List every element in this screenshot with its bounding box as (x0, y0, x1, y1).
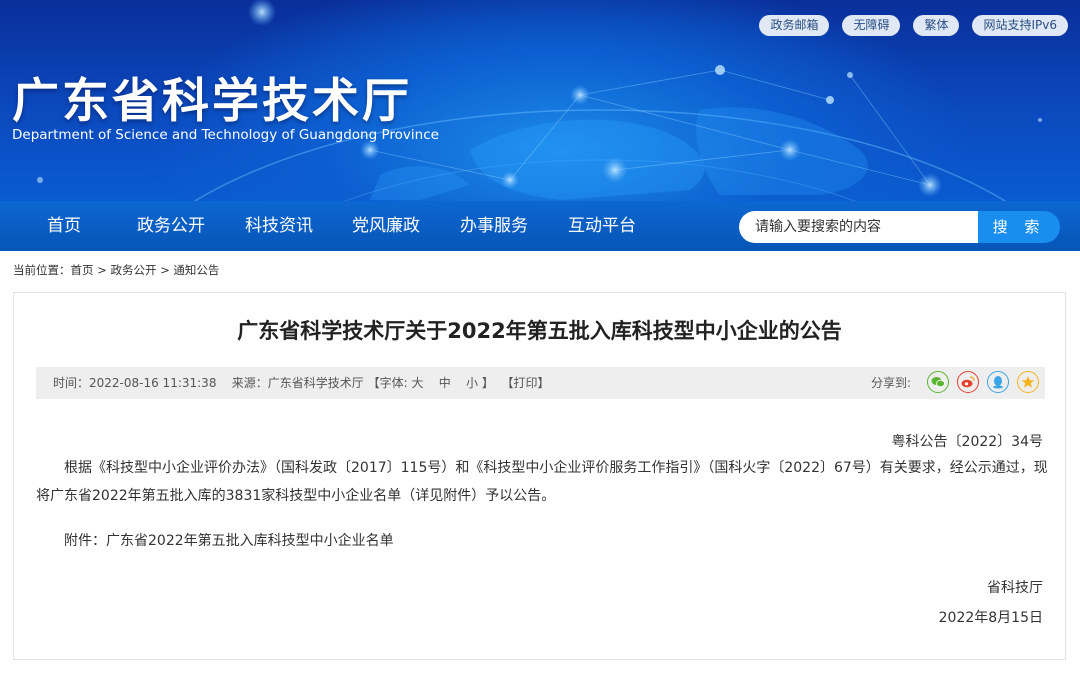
issue-date: 2022年8月15日 (938, 610, 1043, 626)
print-link[interactable]: 【打印】 (502, 376, 550, 390)
article-panel: 广东省科学技术厅关于2022年第五批入库科技型中小企业的公告 时间：2022-0… (13, 292, 1066, 660)
attachment-link[interactable]: 附件：广东省2022年第五批入库科技型中小企业名单 (36, 527, 1048, 555)
font-size-label: 【字体: (367, 376, 408, 390)
nav-item-gov-affairs[interactable]: 政务公开 (137, 201, 205, 251)
font-size-small[interactable]: 小 (466, 376, 478, 390)
header-banner: 政务邮箱 无障碍 繁体 网站支持IPv6 广东省科学技术厅 Department… (0, 0, 1080, 201)
breadcrumb: 当前位置：首页 > 政务公开 > 通知公告 (13, 262, 219, 278)
main-nav: 首页 政务公开 科技资讯 党风廉政 办事服务 互动平台 搜 索 (0, 201, 1080, 251)
nav-item-party-integrity[interactable]: 党风廉政 (352, 201, 420, 251)
article-meta: 时间：2022-08-16 11:31:38 来源：广东省科学技术厅 【字体: … (53, 367, 550, 399)
accessibility-link[interactable]: 无障碍 (842, 15, 901, 36)
nav-item-interaction[interactable]: 互动平台 (568, 201, 636, 251)
top-links: 政务邮箱 无障碍 繁体 网站支持IPv6 (759, 15, 1068, 36)
qzone-icon[interactable] (1017, 371, 1039, 393)
traditional-chinese-link[interactable]: 繁体 (913, 15, 960, 36)
breadcrumb-gov-affairs[interactable]: 政务公开 (110, 263, 156, 277)
publish-time: 时间：2022-08-16 11:31:38 (53, 376, 217, 390)
breadcrumb-notices[interactable]: 通知公告 (173, 263, 219, 277)
article-source: 来源：广东省科学技术厅 (231, 376, 364, 390)
nav-item-tech-news[interactable]: 科技资讯 (245, 201, 313, 251)
breadcrumb-home[interactable]: 首页 (71, 263, 94, 277)
gov-mail-link[interactable]: 政务邮箱 (759, 15, 830, 36)
search-button[interactable]: 搜 索 (978, 211, 1060, 243)
nav-item-services[interactable]: 办事服务 (460, 201, 528, 251)
article-title: 广东省科学技术厅关于2022年第五批入库科技型中小企业的公告 (237, 319, 842, 343)
article-body: 根据《科技型中小企业评价办法》（国科发政〔2017〕115号）和《科技型中小企业… (36, 460, 1048, 504)
nav-item-home[interactable]: 首页 (47, 201, 81, 251)
site-subtitle: Department of Science and Technology of … (12, 127, 439, 143)
breadcrumb-separator: > (156, 263, 174, 277)
breadcrumb-separator: > (93, 263, 111, 277)
site-title[interactable]: 广东省科学技术厅 (12, 62, 412, 131)
signature: 省科技厅 (987, 580, 1043, 596)
search-input[interactable] (739, 211, 979, 243)
font-size-medium[interactable]: 中 (439, 376, 451, 390)
document-number: 粤科公告〔2022〕34号 (891, 434, 1043, 450)
wechat-icon[interactable] (927, 371, 949, 393)
share-bar: 分享到: (871, 371, 1039, 393)
qq-icon[interactable] (987, 371, 1009, 393)
share-label: 分享到: (870, 375, 911, 390)
font-size-large[interactable]: 大 (411, 376, 423, 390)
article-meta-bar: 时间：2022-08-16 11:31:38 来源：广东省科学技术厅 【字体: … (36, 367, 1045, 399)
weibo-icon[interactable] (957, 371, 979, 393)
font-size-close: 】 (481, 376, 494, 390)
breadcrumb-prefix: 当前位置： (13, 263, 71, 277)
ipv6-link[interactable]: 网站支持IPv6 (972, 15, 1068, 36)
